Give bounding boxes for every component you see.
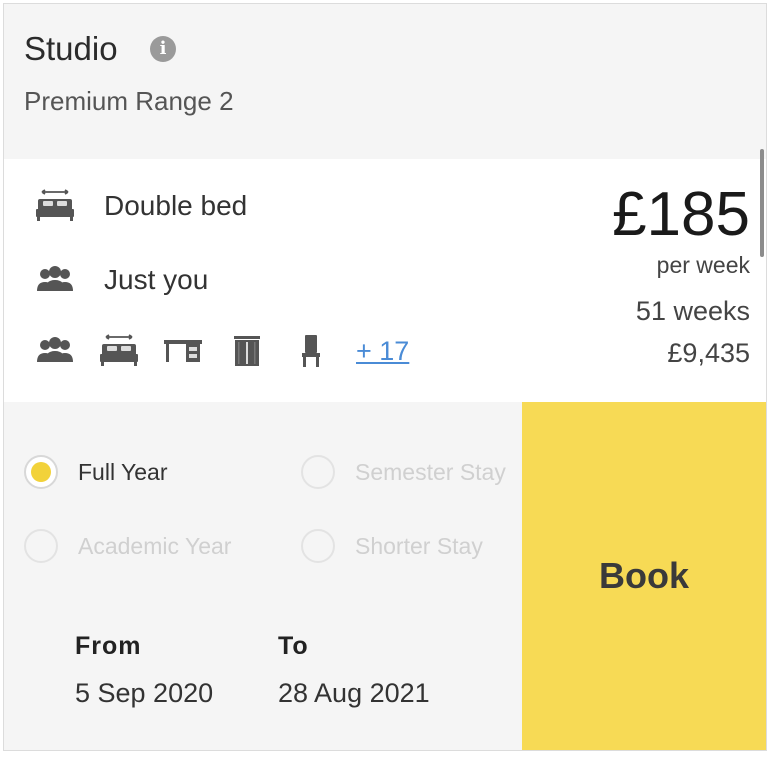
more-amenities-link[interactable]: + 17 xyxy=(356,336,409,367)
option-label: Academic Year xyxy=(78,532,232,559)
scrollbar[interactable] xyxy=(760,149,764,257)
room-details: Double bed Just you + 17 £185 per week 5… xyxy=(4,159,766,402)
book-button[interactable]: Book xyxy=(522,402,766,750)
room-subtitle: Premium Range 2 xyxy=(24,86,234,116)
option-label: Full Year xyxy=(78,458,168,485)
feature-bed-label: Double bed xyxy=(104,190,248,221)
contract-length: 51 weeks xyxy=(635,296,750,326)
from-date: 5 Sep 2020 xyxy=(75,678,214,708)
option-label: Semester Stay xyxy=(355,458,506,485)
room-header: Studio i Premium Range 2 xyxy=(4,4,766,159)
people-icon xyxy=(37,266,73,291)
feature-bed: Double bed xyxy=(34,184,247,228)
option-label: Shorter Stay xyxy=(355,532,483,559)
radio-academic-year[interactable] xyxy=(24,529,58,563)
feature-occupancy-label: Just you xyxy=(104,264,209,295)
total-price: £9,435 xyxy=(667,338,750,368)
feature-occupancy: Just you xyxy=(34,258,208,302)
room-title: Studio xyxy=(24,30,118,67)
radio-full-year[interactable] xyxy=(24,455,58,489)
bed-icon xyxy=(36,189,74,221)
chair-icon xyxy=(302,335,320,367)
option-full-year[interactable]: Full Year xyxy=(24,455,168,489)
desk-icon xyxy=(164,340,202,362)
bed-icon xyxy=(100,334,138,366)
info-icon[interactable]: i xyxy=(150,36,176,62)
option-shorter-stay[interactable]: Shorter Stay xyxy=(301,529,483,563)
to-date: 28 Aug 2021 xyxy=(278,678,430,708)
to-label: To xyxy=(278,632,309,660)
option-semester-stay[interactable]: Semester Stay xyxy=(301,455,506,489)
radio-shorter-stay[interactable] xyxy=(301,529,335,563)
people-icon xyxy=(37,337,73,362)
room-card: Studio i Premium Range 2 Double bed Just… xyxy=(3,3,767,751)
tenancy-panel: Full Year Semester Stay Academic Year Sh… xyxy=(4,402,522,750)
price-period: per week xyxy=(656,252,750,278)
from-label: From xyxy=(75,632,142,660)
radio-semester-stay[interactable] xyxy=(301,455,335,489)
book-button-label: Book xyxy=(599,555,689,596)
wardrobe-icon xyxy=(234,336,260,366)
option-academic-year[interactable]: Academic Year xyxy=(24,529,231,563)
amenities-row: + 17 xyxy=(34,329,409,373)
weekly-price: £185 xyxy=(612,180,750,249)
